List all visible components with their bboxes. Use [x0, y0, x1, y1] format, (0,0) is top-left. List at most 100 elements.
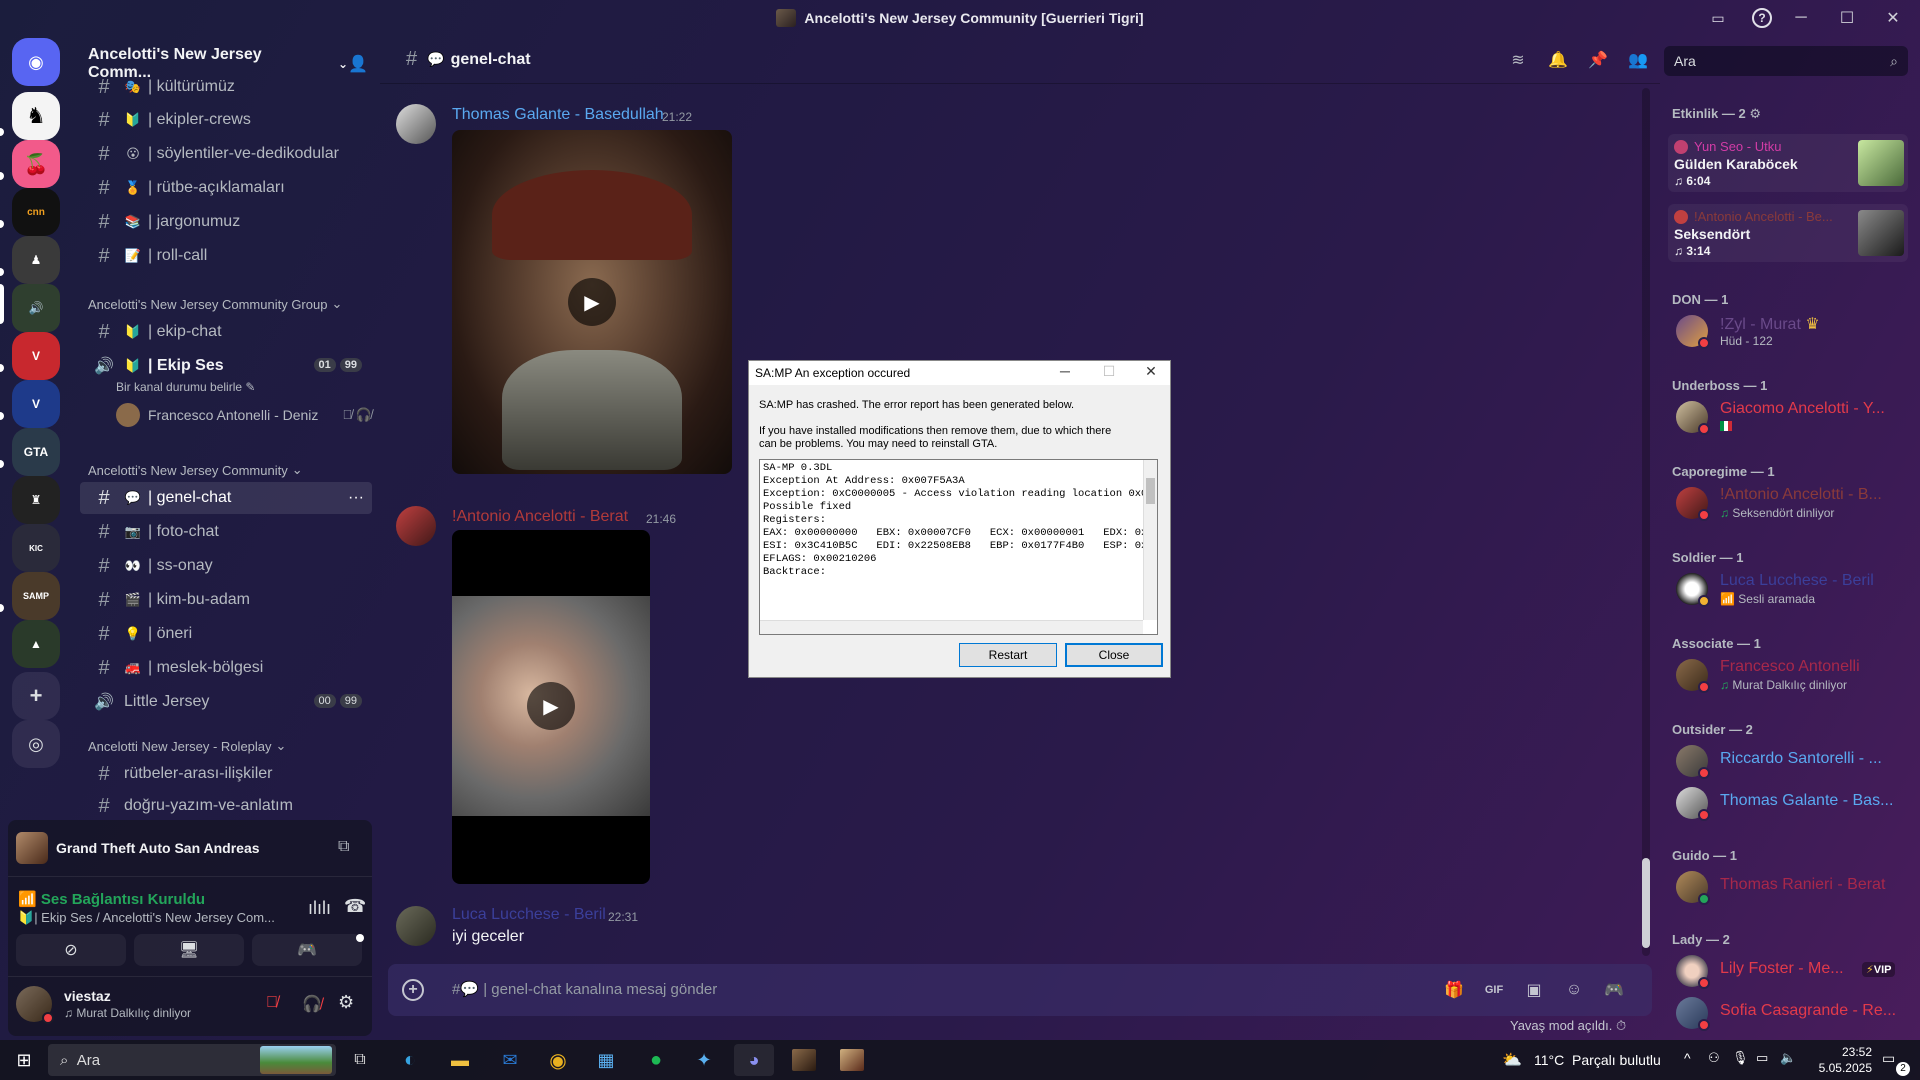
sticker-icon[interactable]: ▣ [1522, 978, 1546, 1002]
server-icon-gta[interactable]: GTA [12, 428, 60, 476]
noise-suppression-icon[interactable]: ılılı [308, 898, 331, 919]
member-item[interactable]: !Antonio Ancelotti - B... ♫ Seksendört d… [1668, 482, 1908, 524]
gta-sa-icon[interactable] [784, 1044, 824, 1076]
channel-rutbe-aciklamalari[interactable]: # 🏅 | rütbe-açıklamaları [80, 172, 372, 204]
disconnect-icon[interactable]: ☎ [344, 896, 366, 917]
close-button[interactable]: Close [1065, 643, 1163, 667]
member-item[interactable]: Luca Lucchese - Beril 📶 Sesli aramada [1668, 568, 1908, 610]
gift-icon[interactable]: 🎁 [1442, 978, 1466, 1002]
video-attachment[interactable]: ▶ [452, 130, 732, 474]
taskbar-search[interactable]: ⌕ Ara [48, 1044, 336, 1076]
member-item[interactable]: Lily Foster - Me... ⚡VIP [1668, 950, 1908, 992]
discord-home-icon[interactable]: ◉ [12, 38, 60, 86]
more-icon[interactable]: ··· [348, 489, 364, 507]
store-icon[interactable]: ▦ [586, 1044, 626, 1076]
channel-roll-call[interactable]: # 📝 | roll-call [80, 240, 372, 272]
settings-gear-icon[interactable]: ⚙ [338, 992, 354, 1013]
channel-kulturumuz[interactable]: # 🎭 | kültürümüz [80, 74, 372, 100]
member-item[interactable]: Sofia Casagrande - Re... [1668, 992, 1908, 1034]
server-icon-1[interactable]: ♞ [12, 92, 60, 140]
clock[interactable]: 23:52 5.05.2025 [1808, 1044, 1872, 1076]
avatar[interactable] [396, 906, 436, 946]
activity-card[interactable]: Yun Seo - Utku Gülden Karaböcek ♫ 6:04 [1668, 134, 1908, 192]
channel-ss-onay[interactable]: # 👀 | ss-onay [80, 550, 372, 582]
category-group[interactable]: Ancelotti's New Jersey Community Group ⌄ [88, 296, 342, 312]
maximize-button[interactable]: ☐ [1824, 8, 1870, 28]
members-icon[interactable]: 👥 [1626, 50, 1650, 70]
activity-card[interactable]: !Antonio Ancelotti - Be... Seksendört ♫ … [1668, 204, 1908, 262]
tray-app-icon[interactable]: ⚇ [1708, 1050, 1720, 1066]
pin-icon[interactable]: 📌 [1586, 50, 1610, 70]
category-roleplay[interactable]: Ancelotti New Jersey - Roleplay ⌄ [88, 738, 286, 754]
screen-share-button[interactable]: 🖥 [134, 934, 244, 966]
discord-icon[interactable]: ◕ [734, 1044, 774, 1076]
voice-location[interactable]: 🔰| Ekip Ses / Ancelotti's New Jersey Com… [18, 910, 275, 926]
member-item[interactable]: Giacomo Ancelotti - Y... [1668, 396, 1908, 438]
mic-muted-icon[interactable]: 🎙̸ [266, 994, 278, 1012]
channel-oneri[interactable]: # 💡 | öneri [80, 618, 372, 650]
add-server-icon[interactable]: + [12, 672, 60, 720]
minimize-button[interactable]: ─ [1778, 9, 1824, 27]
server-icon-10[interactable]: KIC [12, 524, 60, 572]
message-author[interactable]: Thomas Galante - Basedullah [452, 106, 664, 124]
server-icon-active[interactable]: 🔊 [12, 284, 60, 332]
inbox-icon[interactable]: ▭ [1708, 8, 1728, 28]
member-item[interactable]: Riccardo Santorelli - ... [1668, 740, 1908, 782]
server-icon-3[interactable]: cnn [12, 188, 60, 236]
voice-channel-ekip-ses[interactable]: 🔊 🔰 | Ekip Ses 01 99 [80, 350, 372, 382]
message-input[interactable]: #💬 | genel-chat kanalına mesaj gönder [452, 980, 717, 998]
server-icon-12[interactable]: ▲ [12, 620, 60, 668]
message-author[interactable]: Luca Lucchese - Beril [452, 906, 606, 924]
play-icon[interactable]: ▶ [527, 682, 575, 730]
dialog-minimize-button[interactable]: ─ [1049, 363, 1081, 383]
emoji-icon[interactable]: ☺ [1562, 978, 1586, 1002]
member-item[interactable]: Francesco Antonelli ♫ Murat Dalkılıç din… [1668, 654, 1908, 696]
deafened-icon[interactable]: 🎧̸ [302, 994, 322, 1014]
channel-status[interactable]: Bir kanal durumu belirle ✎ [116, 380, 255, 394]
microphone-icon[interactable]: 🎙 [1732, 1050, 1749, 1066]
channel-ekip-chat[interactable]: # 🔰 | ekip-chat [80, 316, 372, 348]
channel-dogru-yazim[interactable]: # doğru-yazım-ve-anlatım [80, 792, 372, 820]
apps-icon[interactable]: 🎮 [1602, 978, 1626, 1002]
video-attachment[interactable]: ▶ [452, 530, 650, 884]
search-input[interactable]: Ara ⌕ [1664, 46, 1908, 76]
play-icon[interactable]: ▶ [568, 278, 616, 326]
channel-foto-chat[interactable]: # 📷 | foto-chat [80, 516, 372, 548]
spotify-icon[interactable]: ● [636, 1044, 676, 1076]
server-icon-6[interactable]: V [12, 332, 60, 380]
user-name[interactable]: viestaz [64, 988, 111, 1004]
gif-icon[interactable]: GIF [1482, 978, 1506, 1002]
channel-rutbeler-arasi[interactable]: # rütbeler-arası-ilişkiler [80, 758, 372, 790]
scrollbar-thumb[interactable] [1146, 478, 1155, 504]
discover-icon[interactable]: ◎ [12, 720, 60, 768]
message-author[interactable]: !Antonio Ancelotti - Berat [452, 508, 628, 526]
restart-button[interactable]: Restart [959, 643, 1057, 667]
samp-icon[interactable] [832, 1044, 872, 1076]
edge-icon[interactable]: ◐ [390, 1044, 430, 1076]
server-icon-samp[interactable]: SAMP [12, 572, 60, 620]
channel-jargonumuz[interactable]: # 📚 | jargonumuz [80, 206, 372, 238]
channel-genel-chat[interactable]: # 💬 | genel-chat ··· [80, 482, 372, 514]
stream-game-icon[interactable]: ⧉ [338, 838, 349, 856]
bell-icon[interactable]: 🔔 [1546, 50, 1570, 70]
member-item[interactable]: Thomas Galante - Bas... [1668, 782, 1908, 824]
channel-soylentiler[interactable]: # 😮 | söylentiler-ve-dedikodular [80, 138, 372, 170]
start-button[interactable]: ⊞ [4, 1044, 44, 1076]
weather[interactable]: 11°C Parçalı bulutlu [1534, 1052, 1661, 1068]
avatar[interactable] [396, 506, 436, 546]
notification-icon[interactable]: ▭ [1882, 1050, 1895, 1067]
channel-kim-bu-adam[interactable]: # 🎬 | kim-bu-adam [80, 584, 372, 616]
close-button[interactable]: ✕ [1870, 8, 1916, 28]
dialog-close-x-button[interactable]: ✕ [1135, 363, 1167, 383]
crash-report-box[interactable]: SA-MP 0.3DL Exception At Address: 0x007F… [759, 459, 1158, 635]
app-icon[interactable]: ✦ [684, 1044, 724, 1076]
threads-icon[interactable]: ≋ [1506, 50, 1530, 70]
report-horizontal-scrollbar[interactable] [760, 620, 1143, 634]
outlook-icon[interactable]: ✉ [490, 1044, 530, 1076]
voice-user[interactable]: Francesco Antonelli - Deniz 🎙̸ 🎧̸ [116, 400, 372, 430]
voice-status[interactable]: 📶 Ses Bağlantısı Kuruldu [18, 890, 205, 908]
member-item[interactable]: !Zyl - Murat ♛ Hüd - 122 [1668, 310, 1908, 352]
member-item[interactable]: Thomas Ranieri - Berat [1668, 866, 1908, 908]
category-community[interactable]: Ancelotti's New Jersey Community ⌄ [88, 462, 303, 478]
tray-chevron-icon[interactable]: ^ [1684, 1050, 1691, 1066]
